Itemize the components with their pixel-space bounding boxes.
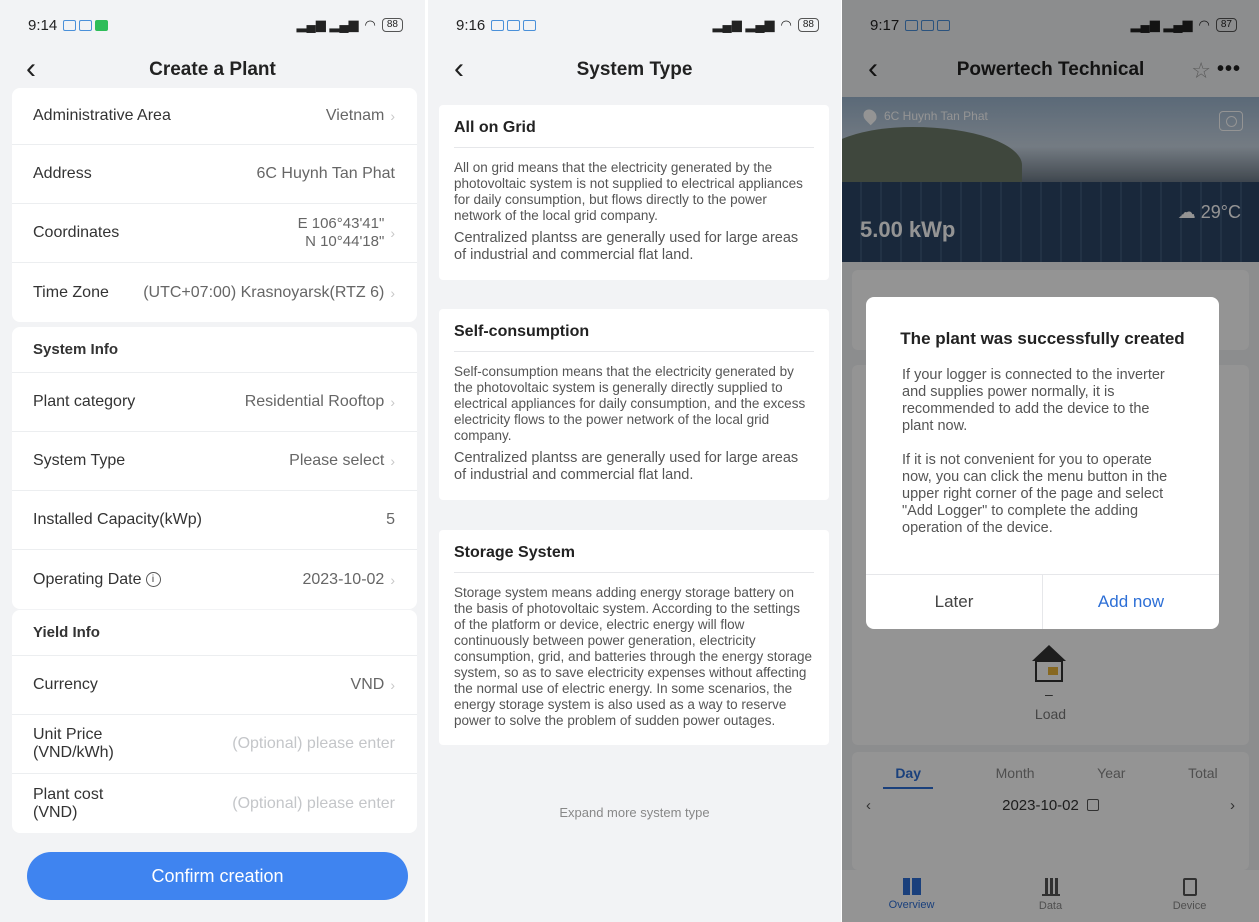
create-plant-screen: 9:14 ▂▄▆ ▂▄▆ ◠ 88 ‹ Create a Plant Admin…: [0, 0, 425, 922]
plant-category-row[interactable]: Plant category Residential Rooftop ›: [12, 373, 417, 432]
coordinates-row[interactable]: Coordinates E 106°43'41" N 10°44'18" ›: [12, 204, 417, 263]
address-row[interactable]: Address 6C Huynh Tan Phat: [12, 145, 417, 204]
administrative-area-row[interactable]: Administrative Area Vietnam ›: [12, 88, 417, 145]
notification-icon: [63, 19, 77, 31]
page-title: System Type: [576, 59, 693, 80]
system-type-option-all-on-grid[interactable]: All on Grid All on grid means that the e…: [439, 105, 829, 280]
yield-info-card: Yield Info Currency VND › Unit Price (VND…: [12, 610, 417, 833]
signal-icon: ▂▄▆ ▂▄▆: [296, 17, 359, 32]
installed-capacity-row[interactable]: Installed Capacity(kWp) 5: [12, 491, 417, 550]
expand-more-link[interactable]: Expand more system type: [428, 805, 841, 820]
back-arrow-icon[interactable]: ‹: [26, 52, 36, 86]
plant-created-dialog: The plant was successfully created If yo…: [866, 297, 1219, 629]
nav-bar: ‹ System Type: [428, 50, 841, 90]
chevron-right-icon: ›: [390, 394, 395, 410]
status-bar: 9:14 ▂▄▆ ▂▄▆ ◠ 88: [0, 0, 425, 50]
unit-price-row[interactable]: Unit Price (VND/kWh) (Optional) please e…: [12, 715, 417, 774]
signal-icon: ▂▄▆ ▂▄▆: [712, 17, 775, 32]
notification-icon: [95, 19, 109, 31]
status-time: 9:16: [456, 16, 486, 34]
plant-cost-input[interactable]: (Optional) please enter: [232, 795, 395, 813]
unit-price-input[interactable]: (Optional) please enter: [232, 735, 395, 753]
wifi-icon: ◠: [364, 17, 376, 32]
wifi-icon: ◠: [780, 17, 792, 32]
notification-icon: [79, 19, 93, 31]
system-info-card: System Info Plant category Residential R…: [12, 327, 417, 609]
later-button[interactable]: Later: [866, 575, 1043, 629]
battery-icon: 88: [381, 18, 403, 32]
notification-icon: [523, 19, 537, 31]
add-now-button[interactable]: Add now: [1043, 575, 1219, 629]
plant-cost-row[interactable]: Plant cost (VND) (Optional) please enter: [12, 774, 417, 833]
dialog-message: If it is not convenient for you to opera…: [902, 452, 1168, 536]
system-type-row[interactable]: System Type Please select ›: [12, 432, 417, 491]
system-type-option-self-consumption[interactable]: Self-consumption Self-consumption means …: [439, 309, 829, 500]
yield-info-heading: Yield Info: [12, 610, 417, 656]
info-icon[interactable]: i: [145, 571, 161, 587]
dialog-message: If your logger is connected to the inver…: [902, 367, 1165, 434]
chevron-right-icon: ›: [390, 677, 395, 693]
system-type-screen: 9:16 ▂▄▆ ▂▄▆ ◠ 88 ‹ System Type All on G…: [428, 0, 841, 922]
operating-date-row[interactable]: Operating Date i 2023-10-02 ›: [12, 550, 417, 609]
nav-bar: ‹ Create a Plant: [0, 50, 425, 90]
back-arrow-icon[interactable]: ‹: [454, 52, 464, 86]
status-time: 9:14: [28, 16, 58, 34]
location-card: Administrative Area Vietnam › Address 6C …: [12, 88, 417, 322]
notification-icon: [507, 19, 521, 31]
page-title: Create a Plant: [149, 59, 276, 80]
notification-icon: [491, 19, 505, 31]
chevron-right-icon: ›: [390, 108, 395, 124]
time-zone-row[interactable]: Time Zone (UTC+07:00) Krasnoyarsk(RTZ 6)…: [12, 263, 417, 322]
plant-overview-screen: 9:17 ▂▄▆ ▂▄▆ ◠ 87 ‹ Powertech Technical …: [842, 0, 1259, 922]
confirm-creation-button[interactable]: Confirm creation: [27, 852, 408, 900]
system-type-option-storage-system[interactable]: Storage System Storage system means addi…: [439, 530, 829, 745]
status-bar: 9:16 ▂▄▆ ▂▄▆ ◠ 88: [428, 0, 841, 50]
chevron-right-icon: ›: [390, 284, 395, 301]
chevron-right-icon: ›: [390, 571, 395, 588]
battery-icon: 88: [797, 18, 819, 32]
chevron-right-icon: ›: [390, 225, 395, 241]
system-info-heading: System Info: [12, 327, 417, 373]
currency-row[interactable]: Currency VND ›: [12, 656, 417, 715]
dialog-title: The plant was successfully created: [900, 329, 1185, 348]
chevron-right-icon: ›: [390, 453, 395, 469]
